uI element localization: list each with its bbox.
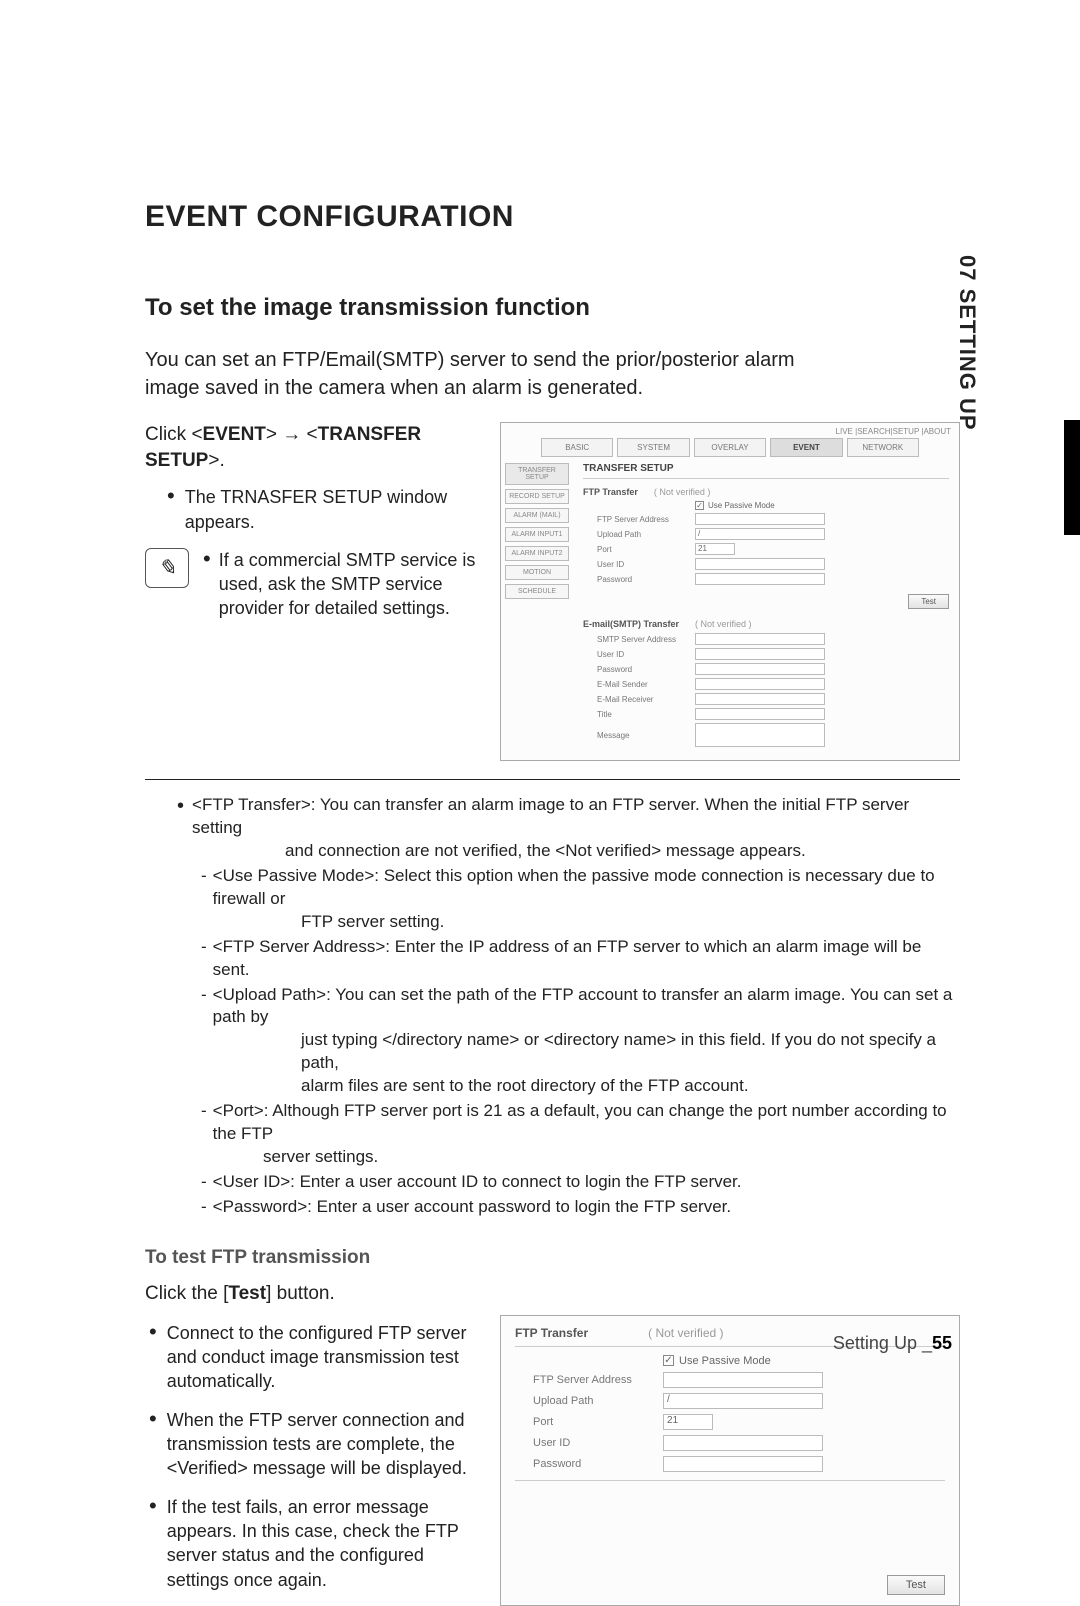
smtp-pass-label: Password bbox=[597, 665, 687, 674]
breadcrumb: LIVE |SEARCH|SETUP |ABOUT bbox=[501, 423, 959, 438]
passive-mode-checkbox[interactable]: ✓ Use Passive Mode bbox=[695, 501, 775, 510]
smtp-user-input[interactable] bbox=[695, 648, 825, 660]
tab-basic[interactable]: BASIC bbox=[541, 438, 613, 457]
ftp-server-label: FTP Server Address bbox=[597, 515, 687, 524]
port-input[interactable]: 21 bbox=[695, 543, 735, 555]
side-record-setup[interactable]: RECORD SETUP bbox=[505, 489, 569, 504]
tab-network[interactable]: NETWORK bbox=[847, 438, 919, 457]
upload-path-input[interactable]: / bbox=[695, 528, 825, 540]
ftp2-status: ( Not verified ) bbox=[648, 1326, 723, 1340]
smtp-receiver-label: E-Mail Receiver bbox=[597, 695, 687, 704]
smtp-pass-input[interactable] bbox=[695, 663, 825, 675]
userid-input[interactable] bbox=[695, 558, 825, 570]
page-footer: Setting Up _55 bbox=[833, 1333, 952, 1354]
smtp-title-label: Title bbox=[597, 710, 687, 719]
smtp-title-input[interactable] bbox=[695, 708, 825, 720]
side-schedule[interactable]: SCHEDULE bbox=[505, 584, 569, 599]
smtp-server-label: SMTP Server Address bbox=[597, 635, 687, 644]
ftp-group-title: FTP Transfer bbox=[583, 487, 638, 497]
side-alarm-mail[interactable]: ALARM (MAIL) bbox=[505, 508, 569, 523]
upload-path-label: Upload Path bbox=[597, 530, 687, 539]
smtp-msg-input[interactable] bbox=[695, 723, 825, 747]
smtp-group-title: E-mail(SMTP) Transfer bbox=[583, 619, 679, 629]
smtp-user-label: User ID bbox=[597, 650, 687, 659]
ftp2-upload-input[interactable]: / bbox=[663, 1393, 823, 1409]
ftp2-server-input[interactable] bbox=[663, 1372, 823, 1388]
ftp2-test-button[interactable]: Test bbox=[887, 1575, 945, 1595]
test-heading: To test FTP transmission bbox=[145, 1247, 960, 1269]
page-heading: EVENT CONFIGURATION bbox=[145, 200, 960, 234]
chapter-side-tab: 07 SETTING UP bbox=[954, 255, 980, 431]
smtp-status: ( Not verified ) bbox=[695, 619, 752, 629]
side-alarm-input1[interactable]: ALARM INPUT1 bbox=[505, 527, 569, 542]
ftp2-port-input[interactable]: 21 bbox=[663, 1414, 713, 1430]
ftp2-user-label: User ID bbox=[533, 1437, 653, 1449]
tab-event[interactable]: EVENT bbox=[770, 438, 842, 457]
password-input[interactable] bbox=[695, 573, 825, 585]
intro-text: You can set an FTP/Email(SMTP) server to… bbox=[145, 346, 845, 402]
ftp2-passive-checkbox[interactable]: ✓ Use Passive Mode bbox=[663, 1355, 771, 1367]
side-transfer-setup[interactable]: TRANSFER SETUP bbox=[505, 463, 569, 485]
click-test-line: Click the [Test] button. bbox=[145, 1283, 960, 1305]
tab-overlay[interactable]: OVERLAY bbox=[694, 438, 766, 457]
password-label: Password bbox=[597, 575, 687, 584]
port-label: Port bbox=[597, 545, 687, 554]
smtp-msg-label: Message bbox=[597, 731, 687, 740]
tab-system[interactable]: SYSTEM bbox=[617, 438, 689, 457]
note-icon: ✎ bbox=[145, 548, 189, 588]
transfer-setup-ui: LIVE |SEARCH|SETUP |ABOUT BASIC SYSTEM O… bbox=[500, 422, 960, 761]
ftp2-title: FTP Transfer bbox=[515, 1326, 588, 1340]
separator bbox=[145, 779, 960, 780]
ftp2-server-label: FTP Server Address bbox=[533, 1374, 653, 1386]
userid-label: User ID bbox=[597, 560, 687, 569]
smtp-sender-label: E-Mail Sender bbox=[597, 680, 687, 689]
ftp-test-ui: FTP Transfer ( Not verified ) ✓ Use Pass… bbox=[500, 1315, 960, 1606]
bullet-window-appears: The TRNASFER SETUP window appears. bbox=[167, 485, 480, 534]
smtp-server-input[interactable] bbox=[695, 633, 825, 645]
ftp2-pass-input[interactable] bbox=[663, 1456, 823, 1472]
note-text: If a commercial SMTP service is used, as… bbox=[203, 548, 480, 621]
page-edge-tab bbox=[1064, 420, 1080, 535]
ftp-test-button[interactable]: Test bbox=[908, 594, 949, 609]
panel-title: TRANSFER SETUP bbox=[583, 463, 949, 479]
ftp2-pass-label: Password bbox=[533, 1458, 653, 1470]
side-motion[interactable]: MOTION bbox=[505, 565, 569, 580]
ftp2-port-label: Port bbox=[533, 1416, 653, 1428]
ftp-server-input[interactable] bbox=[695, 513, 825, 525]
test-bullet-2: When the FTP server connection and trans… bbox=[149, 1408, 480, 1481]
click-path: Click <EVENT> → <TRANSFER SETUP>. bbox=[145, 422, 480, 473]
test-bullet-3: If the test fails, an error message appe… bbox=[149, 1495, 480, 1592]
smtp-receiver-input[interactable] bbox=[695, 693, 825, 705]
side-alarm-input2[interactable]: ALARM INPUT2 bbox=[505, 546, 569, 561]
ftp2-user-input[interactable] bbox=[663, 1435, 823, 1451]
smtp-sender-input[interactable] bbox=[695, 678, 825, 690]
ftp-status: ( Not verified ) bbox=[654, 487, 711, 497]
test-bullet-1: Connect to the configured FTP server and… bbox=[149, 1321, 480, 1394]
description-block: <FTP Transfer>: You can transfer an alar… bbox=[145, 794, 960, 1219]
ftp2-upload-label: Upload Path bbox=[533, 1395, 653, 1407]
section-heading: To set the image transmission function bbox=[145, 294, 960, 322]
